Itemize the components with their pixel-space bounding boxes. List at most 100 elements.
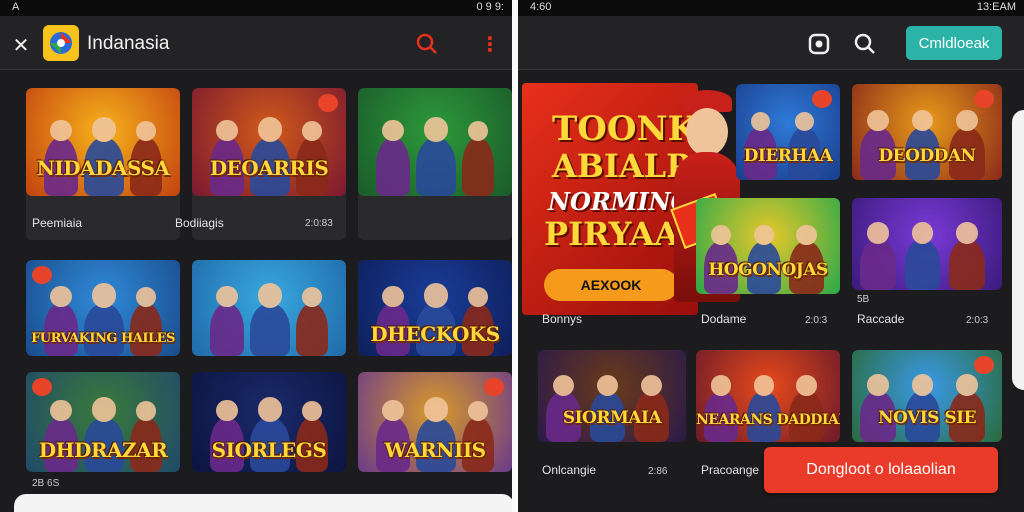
more-options-icon[interactable]: ⋮	[480, 31, 500, 57]
scan-icon[interactable]	[806, 31, 832, 57]
bottom-navigation-sheet[interactable]	[14, 494, 512, 512]
character-head	[302, 120, 322, 141]
character-head	[257, 283, 283, 309]
hero-cta-button[interactable]: AEXOOK	[544, 269, 678, 301]
game-art-title: DHDRAZAR	[38, 438, 168, 462]
character-figure	[210, 286, 244, 356]
character-head	[753, 224, 775, 246]
character-head	[956, 222, 978, 244]
game-card[interactable]: FURVAKING HAILES	[26, 260, 180, 356]
character-head	[956, 374, 978, 396]
game-card[interactable]: NOVIS SIE	[852, 350, 1002, 442]
game-art-title: DEOARRIS	[209, 156, 329, 180]
game-card[interactable]: SIORMAIA	[538, 350, 686, 442]
character-head	[382, 400, 404, 422]
character-head	[382, 119, 404, 141]
character-head	[136, 401, 156, 421]
game-card[interactable]: DHECKOKS	[358, 260, 512, 356]
character-head	[423, 116, 449, 142]
card-label: Raccade	[857, 312, 905, 326]
search-icon[interactable]	[414, 31, 440, 57]
game-art: FURVAKING HAILES	[26, 260, 180, 356]
character-head	[468, 287, 488, 308]
character-head	[91, 397, 117, 422]
card-label: Bodiiagis	[175, 216, 224, 230]
character-head	[641, 374, 663, 396]
hot-badge-icon	[484, 378, 504, 396]
character-head	[91, 116, 117, 142]
game-art: DHDRAZAR	[26, 372, 180, 472]
game-card[interactable]	[192, 260, 346, 356]
card-meta: 2:0:3	[966, 315, 989, 326]
game-art-title: SIORMAIA	[562, 408, 662, 428]
character-head	[794, 111, 814, 132]
app-logo	[43, 25, 79, 61]
character-head	[423, 397, 449, 422]
character-head	[423, 283, 449, 309]
left-phone-screen: A 0 9 9: ✕ Indanasia ⋮ NIDADASSA DEOARRIS…	[0, 0, 512, 512]
game-art	[192, 260, 346, 356]
game-card[interactable]: HOGONOJAS	[696, 198, 840, 294]
character-figure	[949, 222, 986, 290]
game-art-title: HOGONOJAS	[708, 260, 828, 280]
search-icon[interactable]	[852, 31, 878, 57]
game-art-title: WARNIIS	[384, 438, 486, 462]
game-card[interactable]: NEARANS DADDIANS	[696, 350, 840, 442]
game-art-title: DIERHAA	[743, 146, 833, 166]
game-card[interactable]	[358, 88, 512, 240]
character-head	[468, 120, 488, 141]
card-meta: 2:0:83	[305, 218, 333, 229]
game-art: NIDADASSA	[26, 88, 180, 196]
character-head	[796, 374, 817, 396]
character-head	[216, 119, 238, 141]
character-head	[710, 374, 732, 396]
character-head	[136, 120, 156, 141]
game-art-title: NEARANS DADDIANS	[696, 412, 840, 428]
game-card[interactable]: SIORLEGS	[192, 372, 346, 472]
game-art-title: DHECKOKS	[370, 322, 500, 346]
notification-icon: A	[12, 1, 20, 13]
character-head	[91, 283, 117, 309]
card-meta: 2B 6S	[32, 478, 60, 489]
game-art-title: NIDADASSA	[36, 156, 170, 180]
character-head	[867, 222, 889, 244]
character-head	[956, 110, 978, 132]
character-figure	[462, 120, 494, 196]
character-figure	[860, 222, 896, 290]
side-panel-edge[interactable]	[1012, 110, 1024, 390]
game-card[interactable]: DIERHAA	[736, 84, 840, 180]
character-figure	[376, 119, 410, 196]
card-label: Pracoange	[701, 463, 760, 477]
hot-badge-icon	[32, 378, 52, 396]
card-label: Onlcangie	[542, 463, 597, 477]
character-head	[911, 374, 934, 396]
character-figure	[130, 287, 162, 356]
game-card[interactable]: DHDRAZAR	[26, 372, 180, 472]
status-bar: A 0 9 9:	[0, 0, 512, 16]
character-head	[50, 400, 72, 422]
character-head	[136, 287, 156, 308]
hot-badge-icon	[974, 90, 994, 108]
status-time: 0 9 9:	[476, 1, 504, 13]
character-head	[867, 374, 889, 396]
game-art: DHECKOKS	[358, 260, 512, 356]
card-label: Dodame	[701, 312, 747, 326]
close-icon[interactable]: ✕	[8, 32, 34, 58]
hot-badge-icon	[974, 356, 994, 374]
download-button[interactable]: Cmldloeak	[906, 26, 1002, 60]
character-head	[750, 111, 770, 132]
game-art	[358, 88, 512, 196]
status-time: 13:EAM	[976, 1, 1016, 13]
character-head	[50, 119, 72, 141]
character-head	[753, 374, 775, 396]
app-top-bar: ✕ Indanasia ⋮	[0, 16, 512, 70]
download-toast-button[interactable]: Dongloot o lolaaolian	[764, 447, 998, 493]
game-card[interactable]: WARNIIS	[358, 372, 512, 472]
game-card[interactable]	[852, 198, 1002, 290]
character-head	[382, 286, 404, 308]
character-head	[302, 401, 322, 421]
character-head	[302, 287, 322, 308]
card-meta: 2:86	[648, 466, 668, 477]
game-card[interactable]: DEODDAN	[852, 84, 1002, 180]
character-head	[796, 224, 817, 246]
